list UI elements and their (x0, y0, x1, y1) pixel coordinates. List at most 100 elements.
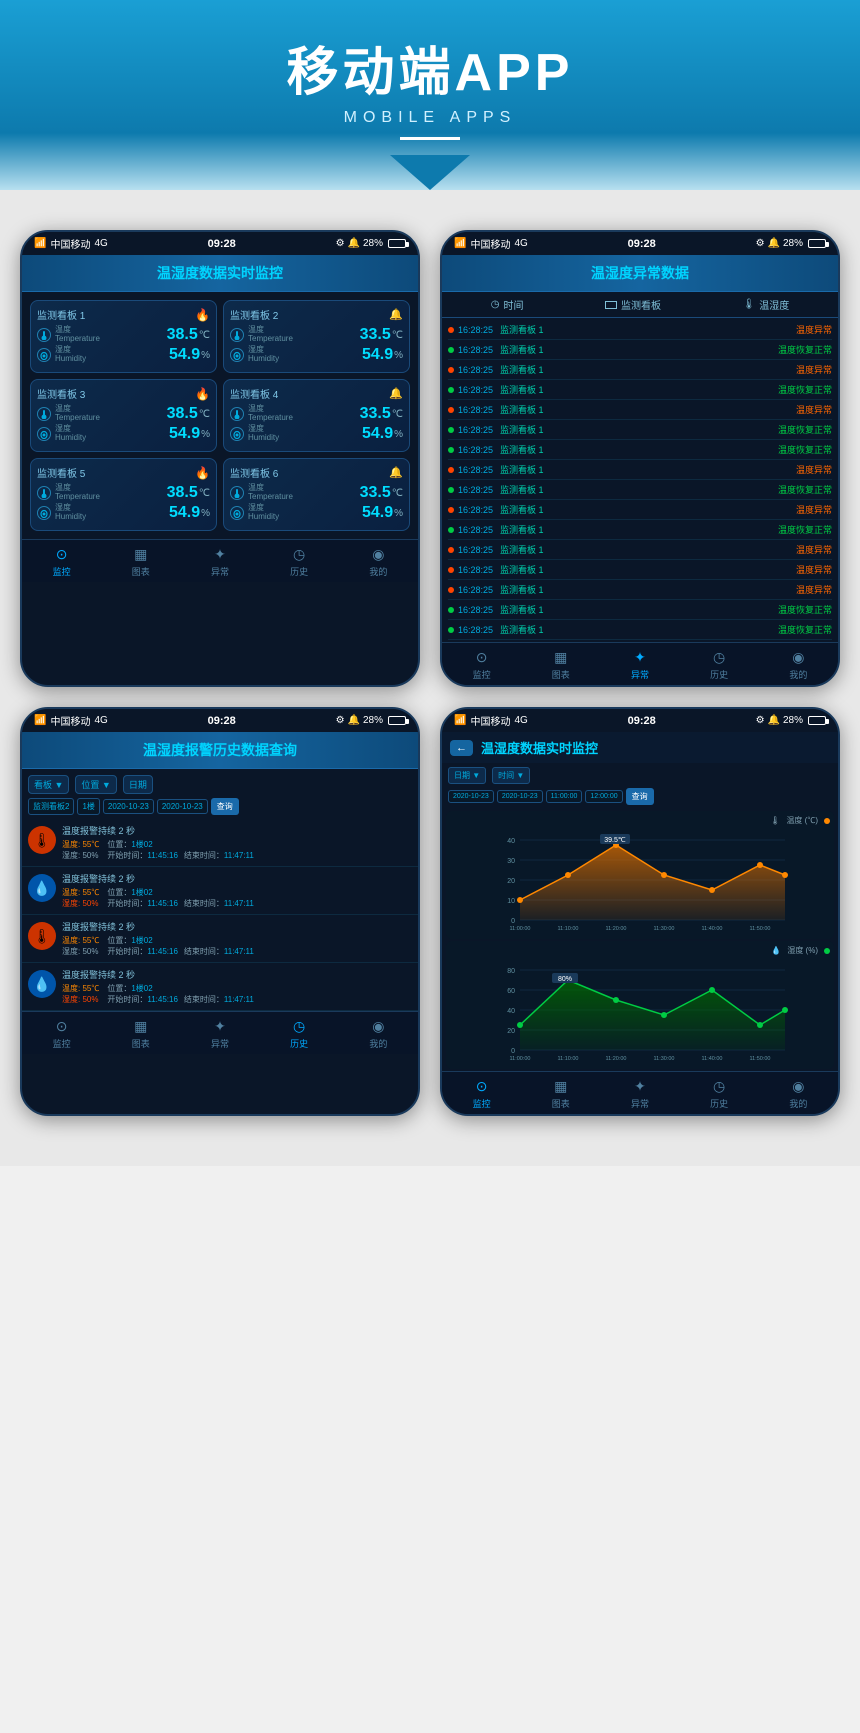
chart-time1[interactable]: 11:00:00 (546, 790, 583, 803)
temp-label: 温度Temperature (248, 405, 293, 423)
anomaly-row[interactable]: 16:28:25 监测看板 1 温度恢复正常 (448, 480, 832, 500)
p4-nav-anomaly[interactable]: ✦ 异常 (631, 1078, 649, 1110)
alarm-location: 位置：1楼02 (107, 887, 254, 898)
anomaly-row[interactable]: 16:28:25 监测看板 1 温度异常 (448, 320, 832, 340)
date1-select[interactable]: 2020-10-23 (103, 799, 154, 814)
alarm-list: 🌡 温度报警持续 2 秒 温度: 55℃ 湿度: 50% 位置：1楼02 开始时… (22, 819, 418, 1011)
back-button[interactable]: ← (450, 740, 473, 756)
anomaly-status: 温度异常 (796, 463, 832, 476)
anomaly-row[interactable]: 16:28:25 监测看板 1 温度恢复正常 (448, 420, 832, 440)
monitor-card[interactable]: 监测看板 1 🔥 温度Temperature 38.5 ℃ 湿度Humidity… (30, 300, 217, 373)
panel-select[interactable]: 监测看板2 (28, 798, 74, 815)
phone-2: 📶 中国移动 4G 09:28 ⚙ 🔔 28% 温湿度异常数据 ◷ 时间 (440, 230, 840, 687)
p3-nav-chart[interactable]: ▦ 图表 (132, 1018, 150, 1050)
alarm-item[interactable]: 💧 温度报警持续 2 秒 温度: 55℃ 湿度: 50% 位置：1楼02 开始时… (22, 963, 418, 1011)
hum-chart-svg: 80 60 40 20 0 (450, 960, 830, 1060)
anomaly-row[interactable]: 16:28:25 监测看板 1 温度异常 (448, 360, 832, 380)
monitor-card[interactable]: 监测看板 2 🔔 温度Temperature 33.5 ℃ 湿度Humidity… (223, 300, 410, 373)
anomaly-row[interactable]: 16:28:25 监测看板 1 温度恢复正常 (448, 600, 832, 620)
chart-date2[interactable]: 2020-10-23 (497, 790, 543, 803)
hum-unit: % (394, 508, 403, 519)
anomaly-row[interactable]: 16:28:25 监测看板 1 温度恢复正常 (448, 620, 832, 640)
phone3-status-bar: 📶 中国移动 4G 09:28 ⚙ 🔔 28% (22, 709, 418, 732)
anomaly-time: 16:28:25 (458, 505, 496, 515)
location-filter-btn[interactable]: 位置 ▼ (75, 775, 116, 794)
date2-select[interactable]: 2020-10-23 (157, 799, 208, 814)
anomaly-status: 温度恢复正常 (778, 623, 832, 636)
svg-text:11:30:00: 11:30:00 (653, 926, 674, 930)
anomaly-time: 16:28:25 (458, 545, 496, 555)
nav-anomaly[interactable]: ✦ 异常 (211, 546, 229, 578)
anomaly-row[interactable]: 16:28:25 监测看板 1 温度恢复正常 (448, 520, 832, 540)
anomaly-row[interactable]: 16:28:25 监测看板 1 温度异常 (448, 460, 832, 480)
nav-history[interactable]: ◷ 历史 (290, 546, 308, 578)
nav-profile[interactable]: ◉ 我的 (369, 546, 387, 578)
date-filter[interactable]: 日期 ▼ (448, 767, 486, 784)
p2-nav-history[interactable]: ◷ 历史 (710, 649, 728, 681)
anomaly-row[interactable]: 16:28:25 监测看板 1 温度恢复正常 (448, 340, 832, 360)
temp-label: 温度Temperature (248, 484, 293, 502)
nav-monitor[interactable]: ⊙ 监控 (53, 546, 71, 578)
date-filter-btn[interactable]: 日期 (123, 775, 153, 794)
alarm-end: 结束时间：11:47:11 (184, 850, 254, 861)
alarm-type-icon: 💧 (28, 970, 56, 998)
alarm-start: 开始时间：11:45:16 (107, 946, 178, 957)
p4-nav-chart[interactable]: ▦ 图表 (552, 1078, 570, 1110)
hum-icon-circle (230, 348, 244, 362)
p3-nav-anomaly[interactable]: ✦ 异常 (211, 1018, 229, 1050)
alarm-item[interactable]: 🌡 温度报警持续 2 秒 温度: 55℃ 湿度: 50% 位置：1楼02 开始时… (22, 915, 418, 963)
monitor-card[interactable]: 监测看板 6 🔔 温度Temperature 33.5 ℃ 湿度Humidity… (223, 458, 410, 531)
time-filter[interactable]: 时间 ▼ (492, 767, 530, 784)
alarm-location-time: 位置：1楼02 开始时间：11:45:16 结束时间：11:47:11 (107, 887, 254, 909)
anomaly-panel: 监测看板 1 (500, 403, 792, 416)
anomaly-row[interactable]: 16:28:25 监测看板 1 温度异常 (448, 540, 832, 560)
temp-value: 38.5 (167, 326, 198, 344)
p3-nav-profile[interactable]: ◉ 我的 (369, 1018, 387, 1050)
p2-nav-profile[interactable]: ◉ 我的 (789, 649, 807, 681)
history-query-btn[interactable]: 查询 (211, 798, 239, 815)
nav-monitor-label: 监控 (53, 565, 71, 578)
alarm-detail-content: 温度报警持续 2 秒 温度: 55℃ 湿度: 50% 位置：1楼02 开始时间：… (62, 920, 412, 957)
anomaly-time: 16:28:25 (458, 405, 496, 415)
phone-3: 📶 中国移动 4G 09:28 ⚙ 🔔 28% 温湿度报警历史数据查询 看板 (20, 707, 420, 1116)
alarm-item[interactable]: 💧 温度报警持续 2 秒 温度: 55℃ 湿度: 50% 位置：1楼02 开始时… (22, 867, 418, 915)
status-dot (448, 587, 454, 593)
p4-nav-monitor[interactable]: ⊙ 监控 (473, 1078, 491, 1110)
p2-nav-chart[interactable]: ▦ 图表 (552, 649, 570, 681)
loc-select[interactable]: 1楼 (77, 798, 99, 815)
nav-chart[interactable]: ▦ 图表 (132, 546, 150, 578)
anomaly-row[interactable]: 16:28:25 监测看板 1 温度恢复正常 (448, 380, 832, 400)
anomaly-panel: 监测看板 1 (500, 583, 792, 596)
anomaly-list: 16:28:25 监测看板 1 温度异常 16:28:25 监测看板 1 温度恢… (442, 318, 838, 642)
anomaly-row[interactable]: 16:28:25 监测看板 1 温度异常 (448, 400, 832, 420)
p4-nav-history[interactable]: ◷ 历史 (710, 1078, 728, 1110)
p3-nav-history[interactable]: ◷ 历史 (290, 1018, 308, 1050)
chart-time2[interactable]: 12:00:00 (585, 790, 622, 803)
panel-filter-btn[interactable]: 看板 ▼ (28, 775, 69, 794)
status-dot (448, 507, 454, 513)
p2-nav-anomaly[interactable]: ✦ 异常 (631, 649, 649, 681)
anomaly-row[interactable]: 16:28:25 监测看板 1 温度异常 (448, 500, 832, 520)
p2-nav-monitor[interactable]: ⊙ 监控 (473, 649, 491, 681)
card-status-icon: 🔥 (195, 387, 210, 401)
alarm-title: 温度报警持续 2 秒 (62, 920, 412, 933)
p4-nav-profile[interactable]: ◉ 我的 (789, 1078, 807, 1110)
phone1-status-right: ⚙ 🔔 28% (336, 238, 406, 249)
chart-date1[interactable]: 2020-10-23 (448, 790, 494, 803)
thermometer-icon: 🌡 (770, 816, 780, 825)
anomaly-row[interactable]: 16:28:25 监测看板 1 温度异常 (448, 580, 832, 600)
alarm-icon2: 🔔 (768, 238, 780, 249)
chart-query-btn[interactable]: 查询 (626, 788, 654, 805)
temp-unit: ℃ (392, 330, 403, 341)
hum-icon-circle (230, 427, 244, 441)
anomaly-time: 16:28:25 (458, 325, 496, 335)
monitor-card[interactable]: 监测看板 5 🔥 温度Temperature 38.5 ℃ 湿度Humidity… (30, 458, 217, 531)
anomaly-row[interactable]: 16:28:25 监测看板 1 温度恢复正常 (448, 440, 832, 460)
monitor-card[interactable]: 监测看板 3 🔥 温度Temperature 38.5 ℃ 湿度Humidity… (30, 379, 217, 452)
anomaly-row[interactable]: 16:28:25 监测看板 1 温度异常 (448, 560, 832, 580)
nav-anomaly-label: 异常 (211, 565, 229, 578)
alarm-item[interactable]: 🌡 温度报警持续 2 秒 温度: 55℃ 湿度: 50% 位置：1楼02 开始时… (22, 819, 418, 867)
monitor-card[interactable]: 监测看板 4 🔔 温度Temperature 33.5 ℃ 湿度Humidity… (223, 379, 410, 452)
p3-nav-monitor[interactable]: ⊙ 监控 (53, 1018, 71, 1050)
svg-text:80%: 80% (558, 976, 572, 983)
